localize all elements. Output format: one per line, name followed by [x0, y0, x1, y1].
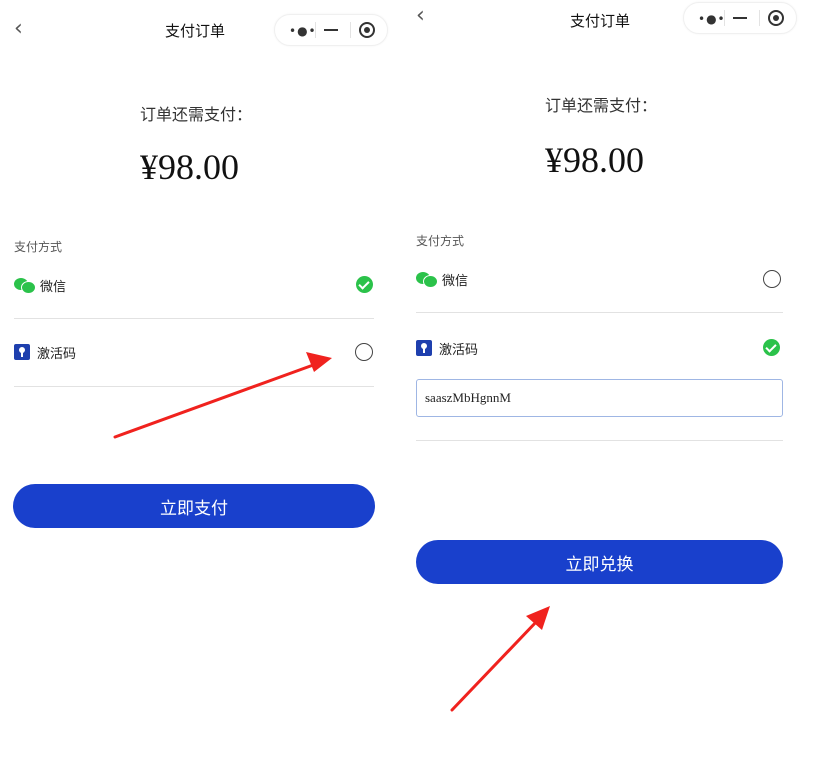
arrow-to-activation-radio [113, 352, 332, 439]
arrow-to-redeem-button [450, 606, 550, 712]
annotation-arrows [113, 352, 550, 712]
